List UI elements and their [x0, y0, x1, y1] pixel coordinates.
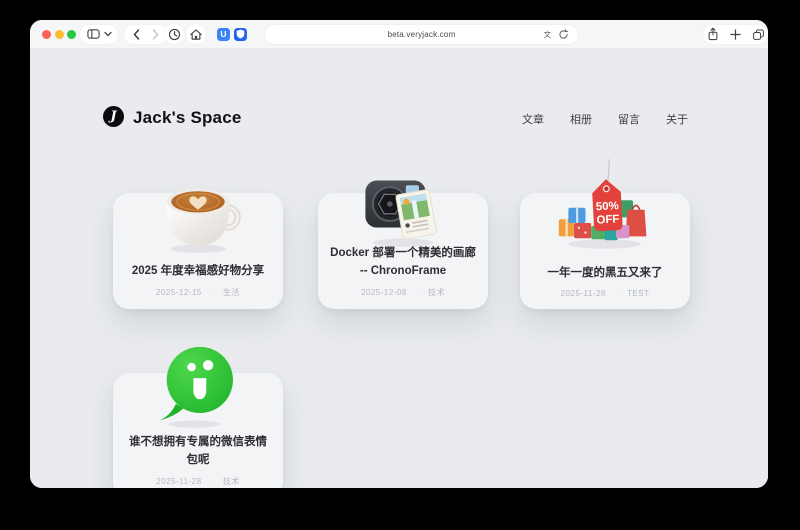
- wechat-sticker-image: [152, 341, 244, 429]
- tab-overview-icon[interactable]: [752, 28, 765, 41]
- back-icon[interactable]: [133, 29, 140, 40]
- post-card-wechat-stickers[interactable]: 谁不想拥有专属的微信表情包呢 2025-11-28 · 技术: [113, 373, 283, 488]
- meta-separator: ·: [615, 289, 618, 298]
- extension-1-glyph: U: [220, 30, 226, 39]
- site-title: Jack's Space: [133, 108, 242, 128]
- nav-item-messages[interactable]: 留言: [618, 111, 640, 127]
- shield-icon: [236, 29, 245, 39]
- post-title: 2025 年度幸福感好物分享: [132, 263, 264, 281]
- logo-glyph: J: [110, 110, 116, 123]
- meta-separator: ·: [416, 288, 419, 297]
- post-card-chronoframe[interactable]: Docker 部署一个精美的画廊 -- ChronoFrame 2025-12-…: [318, 193, 488, 309]
- meta-separator: ·: [211, 288, 214, 297]
- post-title: Docker 部署一个精美的画廊 -- ChronoFrame: [329, 245, 477, 281]
- post-date: 2025-12-08: [361, 288, 407, 297]
- black-friday-gifts-image: 50% OFF: [555, 155, 655, 253]
- page-content: J Jack's Space 文章 相册 留言 关于: [30, 48, 768, 488]
- zoom-window-button[interactable]: [67, 30, 76, 39]
- post-meta: 2025-11-28 · TEST: [561, 289, 650, 298]
- card-content: Docker 部署一个精美的画廊 -- ChronoFrame 2025-12-…: [324, 245, 482, 298]
- post-date: 2025-11-28: [561, 289, 606, 298]
- home-button[interactable]: [186, 24, 206, 44]
- reload-icon[interactable]: [558, 29, 569, 40]
- url-text: beta.veryjack.com: [388, 30, 456, 39]
- card-content: 一年一度的黑五又来了 2025-11-28 · TEST: [526, 265, 684, 298]
- home-icon: [189, 28, 203, 41]
- post-meta: 2025-11-28 · 技术: [156, 476, 240, 487]
- post-category: 技术: [428, 287, 445, 298]
- post-title: 一年一度的黑五又来了: [548, 265, 663, 283]
- new-tab-plus-icon[interactable]: [730, 29, 741, 40]
- post-date: 2025-12-15: [156, 288, 202, 297]
- toolbar-right-group: [703, 25, 768, 44]
- card-content: 谁不想拥有专属的微信表情包呢 2025-11-28 · 技术: [119, 434, 277, 487]
- history-nav-group: [124, 25, 168, 44]
- post-title: 谁不想拥有专属的微信表情包呢: [124, 434, 272, 470]
- share-icon[interactable]: [707, 27, 719, 41]
- translate-icon[interactable]: 文: [544, 29, 552, 40]
- post-card-black-friday[interactable]: 50% OFF 一年一度的黑五又来了 2025-11-28 · TEST: [520, 193, 690, 309]
- sidebar-toggle-button[interactable]: [80, 25, 118, 44]
- history-clock-icon: [168, 28, 181, 41]
- blue-extension-button-2[interactable]: [234, 28, 247, 41]
- post-card-happiness-goods[interactable]: 2025 年度幸福感好物分享 2025-12-15 · 生活: [113, 193, 283, 309]
- sidebar-icon: [87, 28, 100, 40]
- coffee-latte-image: [152, 167, 244, 255]
- post-category: 生活: [223, 287, 240, 298]
- forward-icon[interactable]: [152, 29, 159, 40]
- post-category: TEST: [627, 289, 649, 298]
- main-nav: 文章 相册 留言 关于: [522, 111, 688, 127]
- post-meta: 2025-12-08 · 技术: [361, 287, 445, 298]
- screenshot-stage: U beta.veryjack.com 文: [0, 0, 800, 530]
- safari-window: U beta.veryjack.com 文: [30, 20, 768, 488]
- chevron-down-icon: [104, 31, 112, 37]
- nav-item-album[interactable]: 相册: [570, 111, 592, 127]
- history-clock-button[interactable]: [164, 24, 184, 44]
- card-content: 2025 年度幸福感好物分享 2025-12-15 · 生活: [119, 263, 277, 298]
- meta-separator: ·: [211, 477, 214, 486]
- post-date: 2025-11-28: [156, 477, 201, 486]
- address-bar-icons: 文: [544, 25, 570, 44]
- blue-extension-button-1[interactable]: U: [217, 28, 230, 41]
- tag-badge-line2: OFF: [596, 213, 619, 226]
- address-bar[interactable]: beta.veryjack.com 文: [265, 25, 578, 44]
- tag-badge-line1: 50%: [596, 200, 619, 213]
- post-meta: 2025-12-15 · 生活: [156, 287, 240, 298]
- nav-item-articles[interactable]: 文章: [522, 111, 544, 127]
- browser-toolbar: U beta.veryjack.com 文: [30, 20, 768, 49]
- minimize-window-button[interactable]: [55, 30, 64, 39]
- close-window-button[interactable]: [42, 30, 51, 39]
- post-category: 技术: [223, 476, 240, 487]
- nav-item-about[interactable]: 关于: [666, 111, 688, 127]
- camera-photo-image: [356, 161, 450, 249]
- site-logo[interactable]: J: [103, 106, 124, 127]
